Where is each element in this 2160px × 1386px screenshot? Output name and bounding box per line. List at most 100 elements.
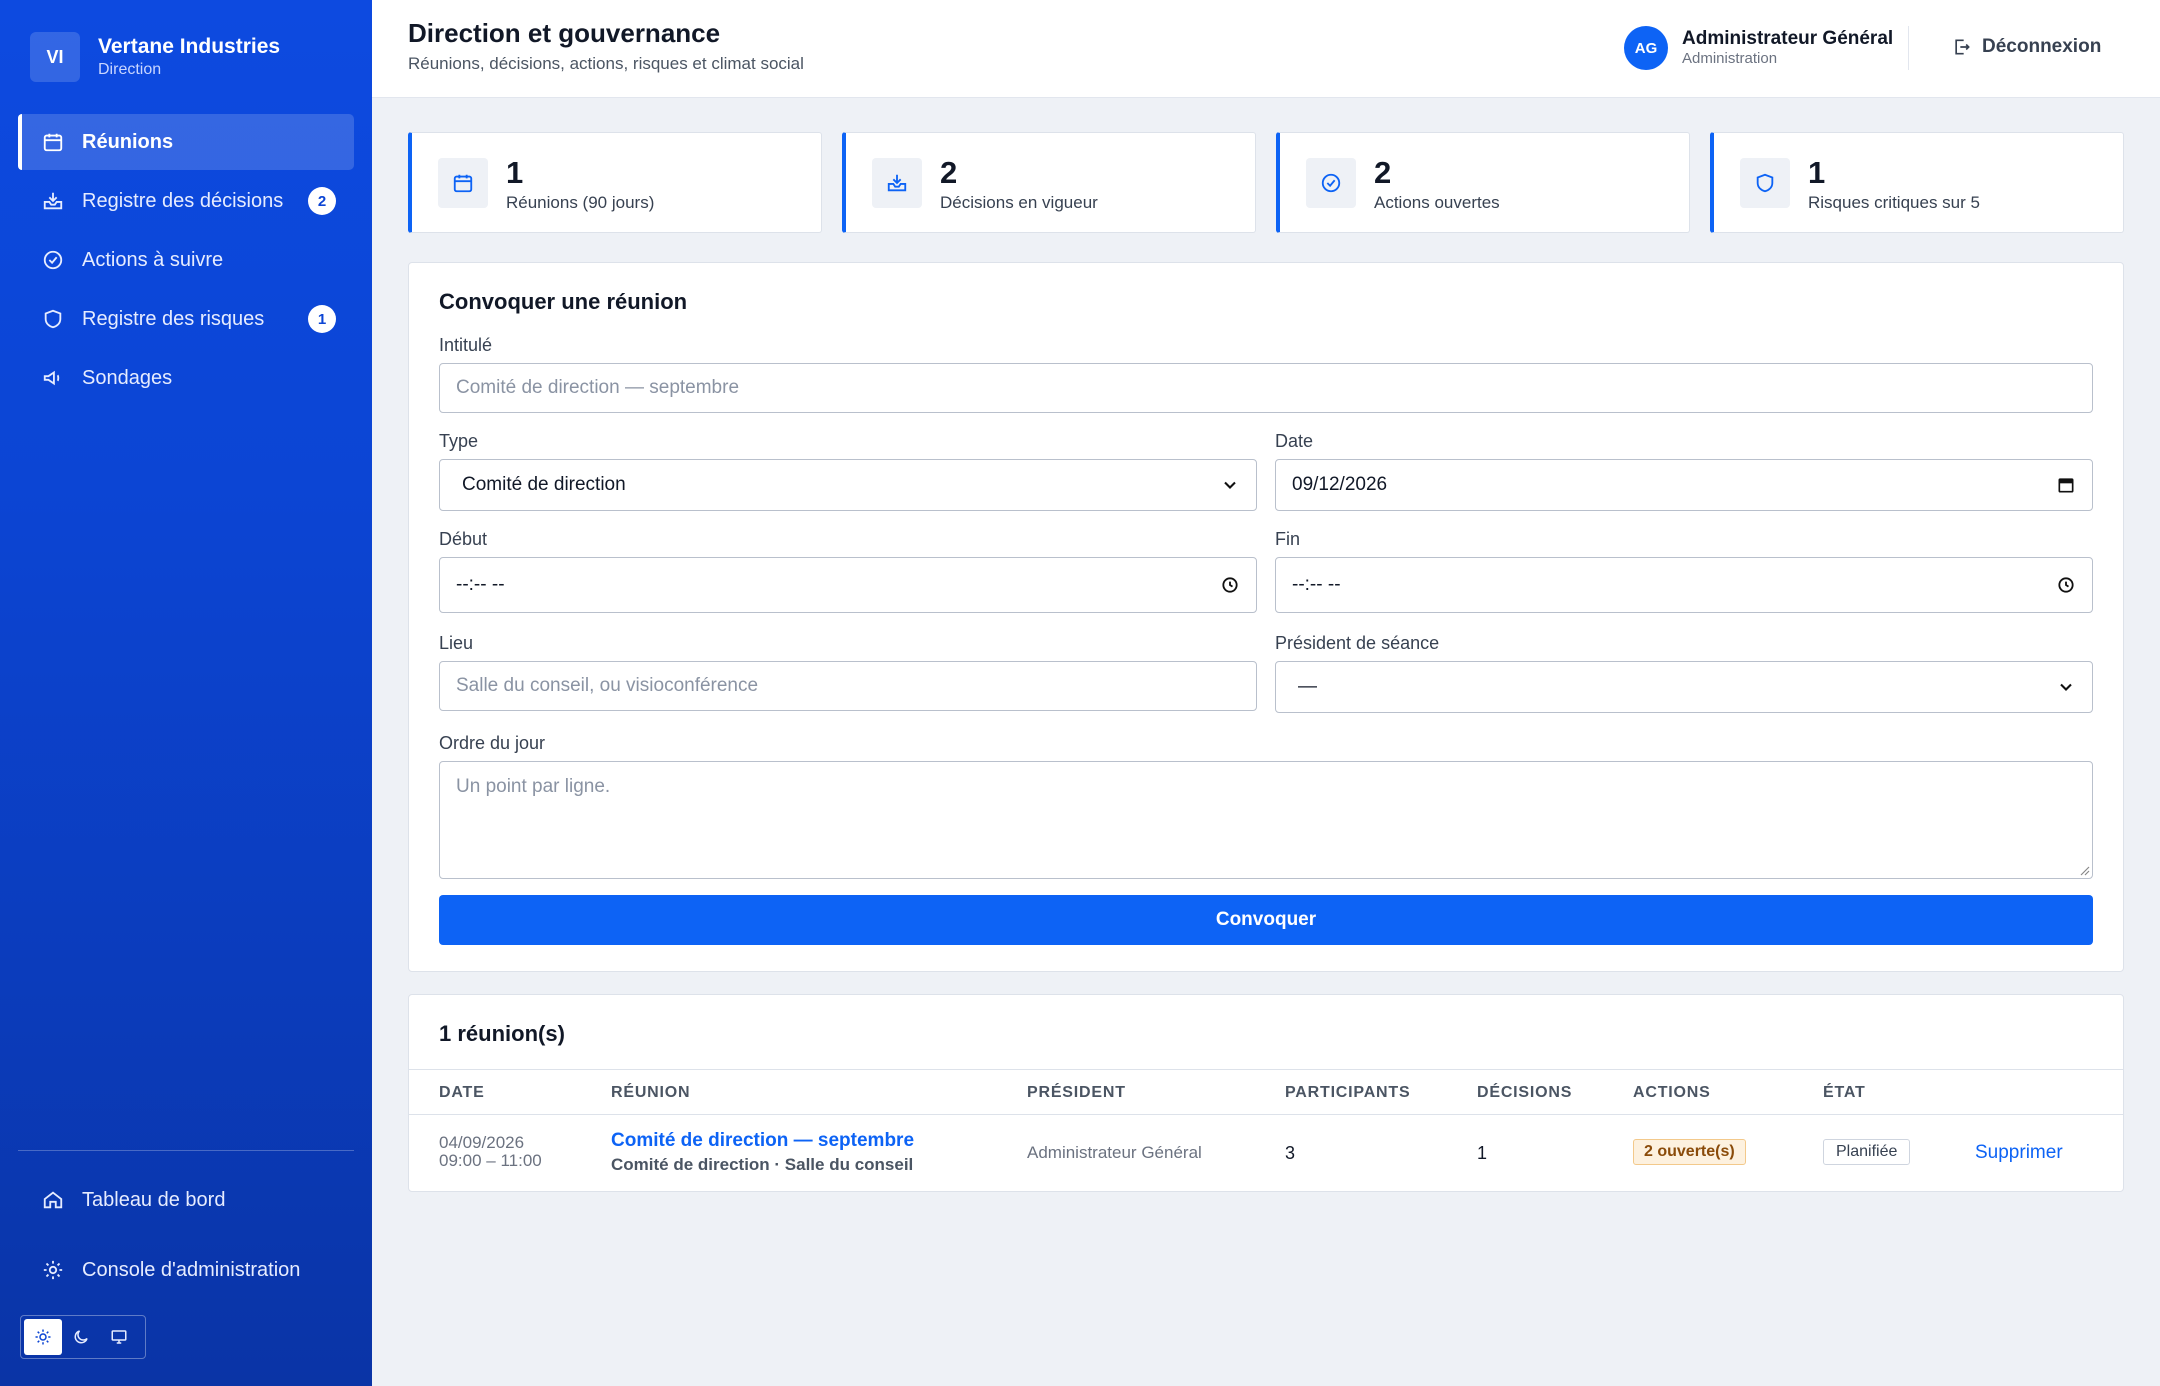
megaphone-icon bbox=[43, 370, 60, 386]
calendar-icon bbox=[43, 133, 63, 152]
sidebar-item-label: Registre des risques bbox=[82, 307, 265, 330]
theme-dark-button[interactable] bbox=[62, 1319, 100, 1355]
stat-label: Décisions en vigueur bbox=[940, 193, 1098, 212]
column-header: ACTIONS bbox=[1633, 1084, 1711, 1101]
column-header: ÉTAT bbox=[1823, 1084, 1866, 1101]
row-decisions: 1 bbox=[1477, 1143, 1488, 1163]
sidebar-item-admin-console[interactable]: Console d'administration bbox=[18, 1242, 354, 1298]
row-date: 04/09/2026 bbox=[439, 1133, 525, 1152]
column-header: PRÉSIDENT bbox=[1027, 1084, 1126, 1101]
brand-name: Vertane Industries bbox=[98, 35, 281, 58]
clock-icon[interactable] bbox=[1220, 575, 1240, 595]
theme-light-button[interactable] bbox=[24, 1319, 62, 1355]
sidebar-item-label: Console d'administration bbox=[82, 1258, 301, 1281]
president-select[interactable]: — bbox=[1275, 661, 2093, 713]
user-name: Administrateur Général bbox=[1682, 28, 1894, 49]
stat-label: Risques critiques sur 5 bbox=[1808, 193, 1980, 212]
ordre-du-jour-textarea[interactable]: Un point par ligne. bbox=[439, 761, 2093, 879]
stat-value: 2 bbox=[1374, 155, 1392, 190]
sidebar-item-risques[interactable]: Registre des risques 1 bbox=[18, 291, 354, 347]
column-header: DATE bbox=[439, 1084, 485, 1101]
delete-link[interactable]: Supprimer bbox=[1975, 1142, 2063, 1164]
stat-value: 1 bbox=[506, 155, 524, 190]
ordre-placeholder: Un point par ligne. bbox=[456, 776, 611, 797]
date-input[interactable]: 09/12/2026 bbox=[1275, 459, 2093, 511]
monitor-icon bbox=[111, 1330, 127, 1344]
home-icon bbox=[43, 1191, 63, 1209]
table-header: DATE RÉUNION PRÉSIDENT PARTICIPANTS DÉCI… bbox=[409, 1069, 2123, 1115]
count-badge: 2 bbox=[308, 187, 336, 215]
count-badge: 1 bbox=[308, 305, 336, 333]
date-label: Date bbox=[1275, 431, 1314, 451]
gear-icon bbox=[43, 1260, 63, 1280]
sidebar-item-label: Sondages bbox=[82, 366, 173, 389]
sidebar-item-label: Réunions bbox=[82, 130, 174, 153]
actions-status-badge: 2 ouverte(s) bbox=[1633, 1139, 1746, 1165]
lieu-label: Lieu bbox=[439, 633, 474, 653]
convoquer-button[interactable]: Convoquer bbox=[439, 895, 2093, 945]
sun-icon bbox=[35, 1329, 51, 1345]
logout-button[interactable]: Déconnexion bbox=[1952, 36, 2101, 58]
check-circle-icon bbox=[1321, 173, 1341, 193]
sidebar-bottom-nav: Tableau de bord Console d'administration bbox=[18, 1172, 354, 1312]
resize-handle-icon[interactable] bbox=[2078, 864, 2090, 876]
sidebar-item-reunions[interactable]: Réunions bbox=[18, 114, 354, 170]
logout-label: Déconnexion bbox=[1982, 36, 2102, 57]
fin-label: Fin bbox=[1275, 529, 1301, 549]
stat-card-actions: 2 Actions ouvertes bbox=[1276, 132, 1690, 233]
logout-icon bbox=[1955, 39, 1970, 55]
etat-status-badge: Planifiée bbox=[1823, 1139, 1911, 1165]
sidebar-nav: Réunions Registre des décisions 2 Action… bbox=[18, 114, 354, 409]
shield-icon bbox=[1756, 173, 1774, 193]
stat-value: 2 bbox=[940, 155, 958, 190]
sidebar-item-label: Tableau de bord bbox=[82, 1188, 226, 1211]
fin-value: --:-- -- bbox=[1292, 574, 1341, 595]
stat-value: 1 bbox=[1808, 155, 1826, 190]
row-time: 09:00 – 11:00 bbox=[439, 1151, 542, 1170]
stat-label: Actions ouvertes bbox=[1374, 193, 1500, 212]
stat-card-risques: 1 Risques critiques sur 5 bbox=[1710, 132, 2124, 233]
header-divider bbox=[1908, 26, 1909, 70]
column-header: RÉUNION bbox=[611, 1084, 691, 1101]
page-subtitle: Réunions, décisions, actions, risques et… bbox=[408, 54, 804, 73]
date-value: 09/12/2026 bbox=[1292, 474, 1388, 495]
president-select-value: — bbox=[1298, 676, 1317, 697]
ordre-label: Ordre du jour bbox=[439, 733, 546, 753]
theme-system-button[interactable] bbox=[100, 1319, 138, 1355]
table-row: 04/09/2026 09:00 – 11:00 Comité de direc… bbox=[409, 1115, 2123, 1193]
brand: VI Vertane Industries Direction bbox=[30, 32, 280, 82]
type-select[interactable]: Comité de direction bbox=[439, 459, 1257, 511]
stat-card-reunions: 1 Réunions (90 jours) bbox=[408, 132, 822, 233]
debut-label: Début bbox=[439, 529, 488, 549]
fin-time-input[interactable]: --:-- -- bbox=[1275, 557, 2093, 613]
sidebar-item-dashboard[interactable]: Tableau de bord bbox=[18, 1172, 354, 1228]
stat-label: Réunions (90 jours) bbox=[506, 193, 655, 212]
form-title: Convoquer une réunion bbox=[439, 289, 688, 314]
intitule-input[interactable]: Comité de direction — septembre bbox=[439, 363, 2093, 413]
sidebar-item-actions[interactable]: Actions à suivre bbox=[18, 232, 354, 288]
brand-subtitle: Direction bbox=[98, 61, 162, 78]
user-role: Administration bbox=[1682, 50, 1778, 67]
sidebar-item-label: Registre des décisions bbox=[82, 189, 284, 212]
meeting-details: Comité de direction · Salle du conseil bbox=[611, 1155, 914, 1174]
row-president: Administrateur Général bbox=[1027, 1143, 1202, 1162]
chevron-down-icon bbox=[2060, 683, 2072, 691]
calendar-picker-icon[interactable] bbox=[2056, 475, 2076, 495]
avatar: AG bbox=[1624, 26, 1668, 70]
user-menu[interactable]: AG Administrateur Général Administration bbox=[1624, 26, 1893, 70]
meetings-table-card: 1 réunion(s) DATE RÉUNION PRÉSIDENT PART… bbox=[408, 994, 2124, 1192]
column-header: DÉCISIONS bbox=[1477, 1084, 1573, 1101]
meeting-title-link[interactable]: Comité de direction — septembre bbox=[611, 1130, 914, 1152]
chevron-down-icon bbox=[1224, 481, 1236, 489]
clock-icon[interactable] bbox=[2056, 575, 2076, 595]
shield-icon bbox=[44, 309, 62, 329]
debut-time-input[interactable]: --:-- -- bbox=[439, 557, 1257, 613]
sidebar-item-sondages[interactable]: Sondages bbox=[18, 350, 354, 406]
sidebar-item-decisions[interactable]: Registre des décisions 2 bbox=[18, 173, 354, 229]
type-label: Type bbox=[439, 431, 479, 451]
row-participants: 3 bbox=[1285, 1143, 1296, 1163]
moon-icon bbox=[74, 1330, 88, 1344]
lieu-input[interactable]: Salle du conseil, ou visioconférence bbox=[439, 661, 1257, 711]
top-header: Direction et gouvernance Réunions, décis… bbox=[372, 0, 2160, 98]
intitule-label: Intitulé bbox=[439, 335, 493, 355]
